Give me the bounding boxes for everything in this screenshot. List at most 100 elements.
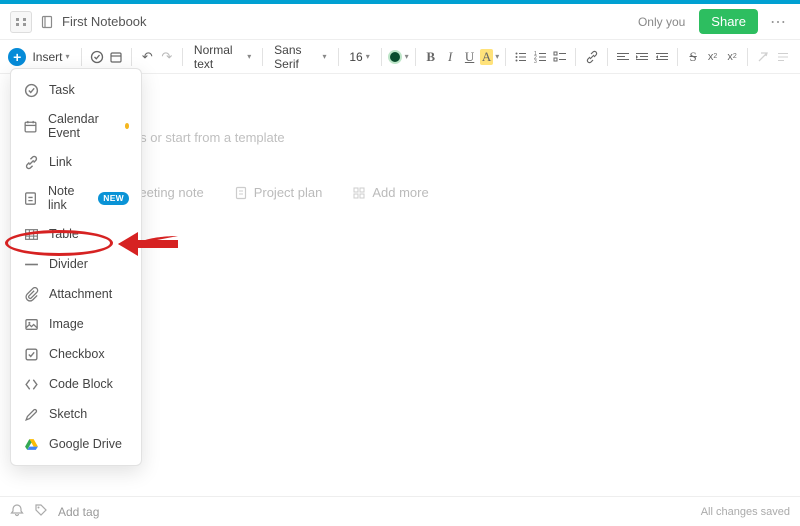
insert-menu-codeblock[interactable]: Code Block xyxy=(11,369,141,399)
link-icon xyxy=(23,154,39,170)
task-toggle-button[interactable] xyxy=(87,46,105,68)
insert-menu-gdrive[interactable]: Google Drive xyxy=(11,429,141,459)
text-style-dropdown[interactable]: Normal text▾ xyxy=(189,43,256,71)
font-family-dropdown[interactable]: Sans Serif▾ xyxy=(269,43,331,71)
share-visibility: Only you xyxy=(638,15,685,29)
clear-format-button[interactable] xyxy=(754,46,772,68)
notebook-name[interactable]: First Notebook xyxy=(62,14,147,29)
text-color-button[interactable]: ▾ xyxy=(388,46,409,68)
bullet-list-button[interactable] xyxy=(512,46,530,68)
insert-menu-checkbox[interactable]: Checkbox xyxy=(11,339,141,369)
menu-label: Note link xyxy=(48,184,88,212)
highlight-button[interactable]: A▾ xyxy=(480,46,499,68)
expand-button[interactable] xyxy=(10,11,32,33)
suggestion-label: Add more xyxy=(372,185,428,200)
menu-label: Calendar Event xyxy=(48,112,113,140)
text-style-label: Normal text xyxy=(194,43,244,71)
separator xyxy=(415,48,416,66)
chevron-down-icon: ▾ xyxy=(65,52,69,61)
font-size-dropdown[interactable]: 16 ▾ xyxy=(344,50,374,64)
insert-menu-sketch[interactable]: Sketch xyxy=(11,399,141,429)
align-left-button[interactable] xyxy=(614,46,632,68)
chevron-down-icon: ▾ xyxy=(366,52,370,61)
save-status: All changes saved xyxy=(701,506,790,518)
separator xyxy=(677,48,678,66)
subscript-button[interactable]: x2 xyxy=(723,46,741,68)
new-dot-indicator xyxy=(125,123,129,129)
checkbox-icon xyxy=(23,346,39,362)
separator xyxy=(505,48,506,66)
separator xyxy=(81,48,82,66)
addmore-icon xyxy=(352,186,366,200)
suggestion-addmore[interactable]: Add more xyxy=(344,181,436,204)
gdrive-icon xyxy=(23,436,39,452)
suggestion-label: Project plan xyxy=(254,185,323,200)
separator xyxy=(338,48,339,66)
chevron-down-icon: ▾ xyxy=(405,52,409,61)
calendar-button[interactable] xyxy=(107,46,125,68)
new-badge: NEW xyxy=(98,192,129,205)
indent-button[interactable] xyxy=(633,46,651,68)
insert-menu-task[interactable]: Task xyxy=(11,75,141,105)
checklist-button[interactable] xyxy=(551,46,569,68)
superscript-button[interactable]: x2 xyxy=(703,46,721,68)
insert-dropdown[interactable]: Insert▾ xyxy=(27,50,74,64)
numbered-list-button[interactable]: 123 xyxy=(532,46,550,68)
font-size-label: 16 xyxy=(349,50,362,64)
add-tag-button[interactable]: Add tag xyxy=(58,505,99,519)
insert-menu-link[interactable]: Link xyxy=(11,147,141,177)
calendar-icon xyxy=(23,118,38,134)
image-icon xyxy=(23,316,39,332)
expand-icon xyxy=(15,16,27,28)
insert-menu-attachment[interactable]: Attachment xyxy=(11,279,141,309)
reminder-icon[interactable] xyxy=(10,503,24,520)
insert-menu-table[interactable]: Table xyxy=(11,219,141,249)
bold-button[interactable]: B xyxy=(421,46,439,68)
task-check-icon xyxy=(23,82,39,98)
separator xyxy=(182,48,183,66)
menu-label: Link xyxy=(49,155,72,169)
menu-label: Checkbox xyxy=(49,347,105,361)
underline-button[interactable]: U xyxy=(460,46,478,68)
insert-menu-notelink[interactable]: Note link NEW xyxy=(11,177,141,219)
sketch-icon xyxy=(23,406,39,422)
insert-label: Insert xyxy=(32,50,62,64)
insert-menu-image[interactable]: Image xyxy=(11,309,141,339)
attachment-icon xyxy=(23,286,39,302)
menu-label: Google Drive xyxy=(49,437,122,451)
insert-menu: Task Calendar Event Link Note link NEW T… xyxy=(10,68,142,466)
menu-label: Code Block xyxy=(49,377,113,391)
header-bar: First Notebook Only you Share ⋯ xyxy=(0,4,800,40)
codeblock-icon xyxy=(23,376,39,392)
insert-plus-button[interactable]: + xyxy=(8,46,26,68)
redo-button[interactable]: ↷ xyxy=(158,46,176,68)
more-menu-button[interactable]: ⋯ xyxy=(766,12,790,32)
menu-label: Divider xyxy=(49,257,88,271)
table-icon xyxy=(23,226,39,242)
menu-label: Attachment xyxy=(49,287,112,301)
separator xyxy=(381,48,382,66)
share-button[interactable]: Share xyxy=(699,9,758,34)
outdent-button[interactable] xyxy=(653,46,671,68)
color-swatch-icon xyxy=(388,50,402,64)
insert-menu-divider[interactable]: Divider xyxy=(11,249,141,279)
separator xyxy=(747,48,748,66)
chevron-down-icon: ▾ xyxy=(322,52,326,61)
italic-button[interactable]: I xyxy=(441,46,459,68)
undo-button[interactable]: ↶ xyxy=(138,46,156,68)
menu-label: Image xyxy=(49,317,84,331)
strikethrough-button[interactable]: S xyxy=(684,46,702,68)
tag-icon[interactable] xyxy=(34,503,48,520)
notelink-icon xyxy=(23,190,38,206)
insert-menu-calendar[interactable]: Calendar Event xyxy=(11,105,141,147)
menu-label: Sketch xyxy=(49,407,87,421)
link-button[interactable] xyxy=(582,46,600,68)
suggestion-project[interactable]: Project plan xyxy=(226,181,331,204)
notebook-icon xyxy=(40,15,54,29)
more-format-button[interactable] xyxy=(774,46,792,68)
footer-bar: Add tag All changes saved xyxy=(0,496,800,526)
font-family-label: Sans Serif xyxy=(274,43,319,71)
separator xyxy=(262,48,263,66)
menu-label: Task xyxy=(49,83,75,97)
separator xyxy=(607,48,608,66)
